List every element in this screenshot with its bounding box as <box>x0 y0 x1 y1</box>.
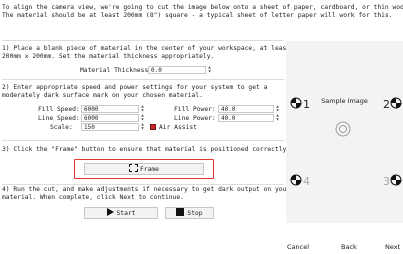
start-button-label: Start <box>116 210 136 217</box>
stop-button[interactable]: Stop <box>165 207 214 219</box>
step3-text: 3) Click the "Frame" button to ensure th… <box>2 146 291 153</box>
line-power-label: Line Power: <box>174 115 216 122</box>
air-assist-checkbox[interactable] <box>150 124 156 130</box>
scale-input[interactable]: 150 <box>81 123 139 131</box>
divider <box>2 184 284 185</box>
corner-label-br: 3 <box>383 175 390 188</box>
air-assist-label: Air Assist <box>159 124 197 131</box>
material-thickness-input[interactable]: 0.0 <box>148 66 206 74</box>
line-speed-input[interactable]: 6000 <box>81 114 139 122</box>
sample-image-panel: 1 2 Sample Image 4 3 <box>286 41 403 223</box>
scale-spinner[interactable]: ▴ ▾ <box>139 122 146 132</box>
step1-line-2: 200mm x 200mm. Set the material thicknes… <box>2 53 215 60</box>
intro-line-2: The material should be at least 200mm (8… <box>2 12 393 19</box>
next-button[interactable]: Next <box>385 243 400 251</box>
divider <box>2 79 284 80</box>
step4-line-1: 4) Run the cut, and make adjustments if … <box>2 186 291 193</box>
fill-power-input[interactable]: 40.0 <box>218 105 274 113</box>
frame-icon <box>129 164 139 172</box>
registration-mark-icon <box>390 174 402 186</box>
line-speed-label: Line Speed: <box>38 115 80 122</box>
frame-button[interactable]: Frame <box>84 163 204 175</box>
target-icon <box>335 121 351 137</box>
back-button[interactable]: Back <box>341 243 357 251</box>
fill-power-label: Fill Power: <box>174 106 216 113</box>
step2-line-2: moderately dark surface mark on your cho… <box>2 92 203 99</box>
corner-label-bl: 4 <box>303 175 310 188</box>
cancel-button[interactable]: Cancel <box>287 243 309 251</box>
step1-line-1: 1) Place a blank piece of material in th… <box>2 45 291 52</box>
play-icon <box>106 208 114 216</box>
line-power-input[interactable]: 40.0 <box>218 114 274 122</box>
stop-icon <box>176 208 185 216</box>
intro-line-1: To align the camera view, we're going to… <box>2 4 403 11</box>
material-thickness-spinner[interactable]: ▴ ▾ <box>206 65 213 75</box>
frame-button-label: Frame <box>140 166 159 173</box>
step4-line-2: material. When complete, click Next to c… <box>2 194 184 201</box>
step2-line-1: 2) Enter appropriate speed and power set… <box>2 84 268 91</box>
registration-mark-icon <box>290 174 302 186</box>
start-button[interactable]: Start <box>84 207 158 219</box>
sample-image-label: Sample Image <box>321 97 368 105</box>
divider <box>2 40 284 41</box>
fill-speed-label: Fill Speed: <box>38 106 80 113</box>
material-thickness-label: Material Thickness <box>80 67 149 74</box>
stop-button-label: Stop <box>187 210 203 217</box>
fill-speed-input[interactable]: 6000 <box>81 105 139 113</box>
divider <box>2 140 284 141</box>
scale-label: Scale: <box>50 124 73 131</box>
line-power-spinner[interactable]: ▴ ▾ <box>274 113 281 123</box>
